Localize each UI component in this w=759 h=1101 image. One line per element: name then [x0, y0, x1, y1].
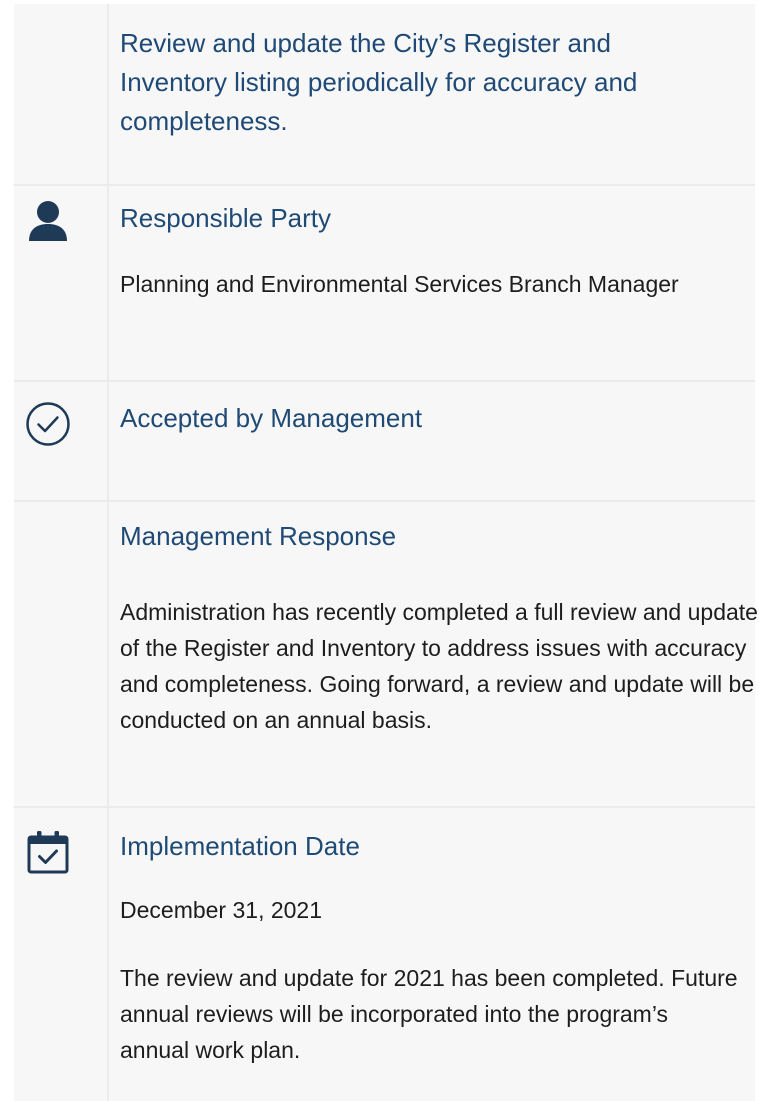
section-divider — [14, 806, 755, 808]
recommendation-card: Review and update the City’s Register an… — [0, 0, 759, 1101]
implementation-note: The review and update for 2021 has been … — [120, 965, 738, 1063]
section-divider — [14, 184, 755, 186]
person-icon — [24, 196, 72, 244]
calendar-check-icon — [24, 828, 72, 876]
responsible-party-heading: Responsible Party — [120, 203, 331, 233]
responsible-party-value: Planning and Environmental Services Bran… — [120, 271, 679, 297]
check-circle-icon — [24, 400, 72, 448]
section-divider — [14, 380, 755, 382]
recommendation-text: Review and update the City’s Register an… — [120, 28, 638, 136]
management-response-text: Administration has recently completed a … — [120, 599, 758, 733]
section-divider — [14, 500, 755, 502]
implementation-date-value: December 31, 2021 — [120, 897, 323, 923]
implementation-date-heading: Implementation Date — [120, 831, 360, 861]
acceptance-status: Accepted by Management — [120, 403, 423, 433]
management-response-heading: Management Response — [120, 521, 397, 551]
icon-column-divider — [107, 4, 109, 1101]
